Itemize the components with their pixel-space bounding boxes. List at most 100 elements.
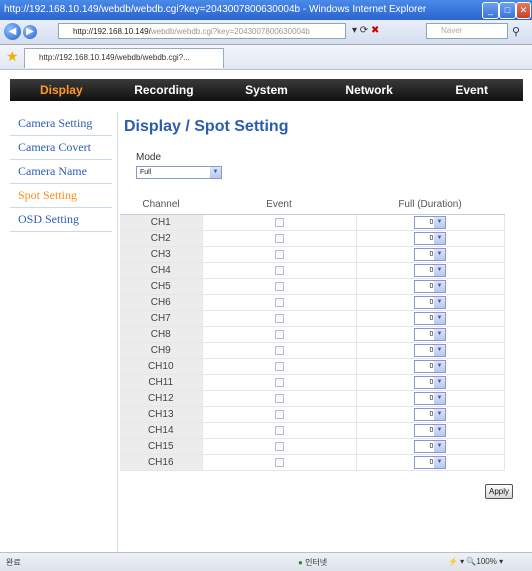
address-input[interactable]: http://192.168.10.149/webdb/webdb.cgi?ke… [58,23,346,39]
duration-cell: 0 ▼ [356,342,505,359]
duration-cell: 0 ▼ [356,374,505,391]
duration-select[interactable]: 0 ▼ [414,408,446,421]
duration-select[interactable]: 0 ▼ [414,312,446,325]
minimize-icon[interactable]: _ [482,2,499,19]
event-checkbox[interactable] [274,233,284,243]
mode-select[interactable]: Full ▼ [136,166,222,179]
table-row: CH10 0 ▼ [120,358,505,375]
duration-value: 0 [429,235,434,242]
sidebar-item-camera-covert[interactable]: Camera Covert [10,136,112,160]
table-row: CH16 0 ▼ [120,454,505,471]
apply-button[interactable]: Apply [485,484,514,499]
duration-select[interactable]: 0 ▼ [414,216,446,229]
chevron-down-icon: ▼ [434,409,445,420]
event-checkbox[interactable] [274,441,284,451]
status-text: 완료 [6,558,21,567]
table-row: CH15 0 ▼ [120,438,505,455]
duration-select[interactable]: 0 ▼ [414,328,446,341]
duration-select[interactable]: 0 ▼ [414,232,446,245]
mode-value: Full [140,169,152,176]
menu-system[interactable]: System [215,79,318,101]
channel-cell: CH2 [120,230,203,247]
sidebar-item-osd-setting[interactable]: OSD Setting [10,208,112,232]
search-icon[interactable]: ⚲ [512,25,520,38]
duration-select[interactable]: 0 ▼ [414,376,446,389]
refresh-stop-icons[interactable]: ▾ ⟳ ✖ [352,25,379,36]
menu-recording[interactable]: Recording [113,79,216,101]
chevron-down-icon: ▼ [434,425,445,436]
event-cell [202,342,357,359]
table-row: CH5 0 ▼ [120,278,505,295]
event-checkbox[interactable] [274,345,284,355]
event-checkbox[interactable] [274,457,284,467]
duration-select[interactable]: 0 ▼ [414,248,446,261]
event-checkbox[interactable] [274,217,284,227]
duration-value: 0 [429,251,434,258]
duration-cell: 0 ▼ [356,246,505,263]
event-cell [202,358,357,375]
close-icon[interactable]: ✕ [516,2,531,19]
menu-network[interactable]: Network [318,79,421,101]
chevron-down-icon: ▼ [434,361,445,372]
event-checkbox[interactable] [274,329,284,339]
event-checkbox[interactable] [274,281,284,291]
event-checkbox[interactable] [274,313,284,323]
back-icon[interactable]: ◀ [4,23,21,40]
channel-cell: CH8 [120,326,203,343]
favorites-star-icon[interactable]: ★ [6,48,19,65]
chevron-down-icon: ▼ [210,167,221,178]
duration-value: 0 [429,347,434,354]
duration-value: 0 [429,299,434,306]
chevron-down-icon: ▼ [434,281,445,292]
channel-cell: CH9 [120,342,203,359]
event-checkbox[interactable] [274,393,284,403]
event-checkbox[interactable] [274,409,284,419]
event-checkbox[interactable] [274,265,284,275]
forward-icon[interactable]: ▶ [23,25,37,39]
duration-value: 0 [429,395,434,402]
table-row: CH11 0 ▼ [120,374,505,391]
duration-select[interactable]: 0 ▼ [414,360,446,373]
menu-event[interactable]: Event [420,79,523,101]
event-checkbox[interactable] [274,361,284,371]
channel-table: Channel Event Full (Duration) CH1 0 ▼ CH2 0 ▼… [120,195,505,471]
event-checkbox[interactable] [274,297,284,307]
duration-select[interactable]: 0 ▼ [414,456,446,469]
table-row: CH2 0 ▼ [120,230,505,247]
event-checkbox[interactable] [274,249,284,259]
event-checkbox[interactable] [274,425,284,435]
duration-select[interactable]: 0 ▼ [414,296,446,309]
search-input[interactable]: Naver [426,23,508,39]
duration-cell: 0 ▼ [356,214,505,231]
duration-select[interactable]: 0 ▼ [414,424,446,437]
duration-select[interactable]: 0 ▼ [414,344,446,357]
main-menu: Display Recording System Network Event [10,79,523,101]
duration-select[interactable]: 0 ▼ [414,440,446,453]
duration-cell: 0 ▼ [356,438,505,455]
duration-cell: 0 ▼ [356,422,505,439]
menu-display[interactable]: Display [10,79,113,101]
event-checkbox[interactable] [274,377,284,387]
sidebar-item-camera-name[interactable]: Camera Name [10,160,112,184]
chevron-down-icon: ▼ [434,329,445,340]
chevron-down-icon: ▼ [434,457,445,468]
duration-cell: 0 ▼ [356,390,505,407]
duration-select[interactable]: 0 ▼ [414,264,446,277]
duration-cell: 0 ▼ [356,454,505,471]
duration-select[interactable]: 0 ▼ [414,392,446,405]
event-cell [202,438,357,455]
sidebar-item-spot-setting[interactable]: Spot Setting [10,184,112,208]
channel-cell: CH11 [120,374,203,391]
event-cell [202,278,357,295]
maximize-icon[interactable]: □ [499,2,516,19]
duration-select[interactable]: 0 ▼ [414,280,446,293]
browser-tab[interactable]: http://192.168.10.149/webdb/webdb.cgi?..… [24,48,224,68]
sidebar-item-camera-setting[interactable]: Camera Setting [10,112,112,136]
table-row: CH13 0 ▼ [120,406,505,423]
channel-cell: CH4 [120,262,203,279]
channel-cell: CH16 [120,454,203,471]
zoom-control[interactable]: ⚡ ▾ 🔍100% ▾ [448,557,503,566]
tab-label: http://192.168.10.149/webdb/webdb.cgi?..… [39,53,190,62]
table-row: CH6 0 ▼ [120,294,505,311]
event-cell [202,422,357,439]
